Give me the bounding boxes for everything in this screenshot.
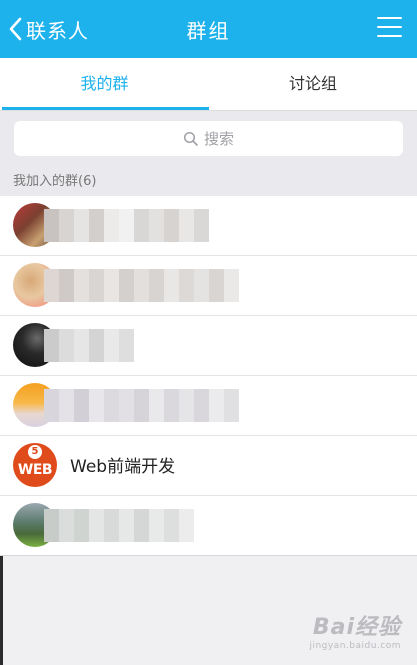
menu-icon	[377, 17, 402, 19]
avatar-text: WEB	[17, 462, 53, 478]
active-tab-indicator	[2, 107, 209, 110]
section-header-label: 我加入的群(6)	[13, 174, 97, 189]
menu-icon-line	[377, 26, 402, 28]
search-area: 搜索	[0, 111, 417, 168]
tab-my-groups[interactable]: 我的群	[0, 58, 209, 110]
menu-icon-line	[377, 35, 402, 37]
group-row[interactable]: 5 WEB Web前端开发	[0, 436, 417, 496]
group-row[interactable]	[0, 496, 417, 556]
search-icon	[183, 131, 198, 146]
tab-discussion-groups[interactable]: 讨论组	[209, 58, 417, 110]
web-group-avatar: 5 WEB	[13, 443, 57, 487]
group-row[interactable]	[0, 376, 417, 436]
group-name: Web前端开发	[70, 457, 176, 477]
blurred-group-name	[44, 269, 239, 302]
navigation-bar: 联系人 群组	[0, 0, 417, 58]
blurred-group-name	[44, 329, 134, 362]
group-row[interactable]	[0, 316, 417, 376]
watermark-brand: Bai经验	[312, 615, 401, 640]
blurred-group-name	[44, 509, 194, 542]
search-input[interactable]: 搜索	[14, 121, 403, 156]
blurred-group-name	[44, 209, 209, 242]
blurred-group-name	[44, 389, 239, 422]
watermark: Bai经验 jingyan.baidu.com	[309, 609, 401, 651]
avatar-badge: 5	[28, 445, 42, 459]
page-title: 群组	[186, 19, 231, 43]
section-header: 我加入的群(6)	[0, 168, 417, 196]
group-row[interactable]	[0, 196, 417, 256]
group-row[interactable]	[0, 256, 417, 316]
menu-button[interactable]	[377, 17, 402, 39]
search-placeholder: 搜索	[203, 130, 234, 148]
watermark-url: jingyan.baidu.com	[309, 641, 401, 651]
tab-bar: 我的群 讨论组	[0, 58, 417, 111]
group-list: 5 WEB Web前端开发	[0, 196, 417, 556]
